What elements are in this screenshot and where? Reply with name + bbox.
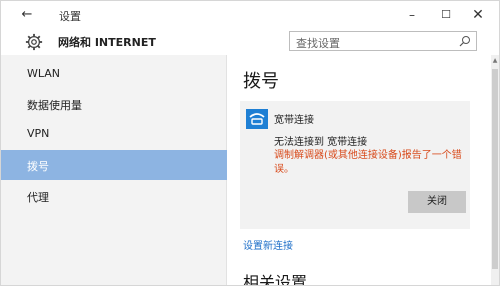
connection-status: 无法连接到 宽带连接: [274, 137, 368, 148]
settings-window: ← 设置 – ☐ ✕ 网络和 INTERNET 查找设置 WLAN 数据使用量 …: [0, 0, 500, 286]
main-content: 拨号 宽带连接 无法连接到 宽带连接 调制解调器(或其他连接设备)报告了一个错误…: [227, 55, 499, 286]
scrollbar[interactable]: ▲: [491, 55, 499, 285]
gear-icon: [25, 33, 43, 51]
title-bar: ← 设置 – ☐ ✕: [1, 1, 499, 29]
search-input[interactable]: 查找设置: [289, 31, 477, 51]
maximize-button[interactable]: ☐: [435, 5, 457, 25]
sidebar-item-label: 拨号: [27, 160, 49, 173]
sidebar-item-data-usage[interactable]: 数据使用量: [1, 89, 227, 119]
minimize-button[interactable]: –: [401, 5, 423, 25]
page-title: 拨号: [243, 71, 279, 92]
related-settings-heading: 相关设置: [243, 273, 308, 286]
search-icon[interactable]: [459, 35, 471, 47]
sidebar-item-proxy[interactable]: 代理: [1, 181, 227, 211]
connection-name: 宽带连接: [274, 115, 314, 126]
close-button[interactable]: 关闭: [408, 191, 466, 213]
window-title: 设置: [59, 10, 81, 23]
back-button[interactable]: ←: [19, 7, 35, 23]
sidebar-item-wlan[interactable]: WLAN: [1, 59, 227, 89]
section-header: 网络和 INTERNET 查找设置: [1, 29, 499, 55]
search-placeholder: 查找设置: [296, 37, 340, 50]
scroll-up-arrow-icon[interactable]: ▲: [491, 57, 499, 65]
sidebar-item-label: 数据使用量: [27, 99, 82, 112]
sidebar: WLAN 数据使用量 VPN 拨号 代理: [1, 55, 227, 285]
sidebar-item-label: WLAN: [27, 67, 61, 80]
connection-card[interactable]: 宽带连接 无法连接到 宽带连接 调制解调器(或其他连接设备)报告了一个错误。 关…: [240, 101, 470, 229]
close-window-button[interactable]: ✕: [467, 5, 489, 25]
sidebar-item-vpn[interactable]: VPN: [1, 119, 227, 149]
scroll-thumb[interactable]: [492, 69, 498, 269]
section-title: 网络和 INTERNET: [58, 36, 156, 49]
sidebar-item-dialup[interactable]: 拨号: [1, 150, 227, 180]
error-message: 调制解调器(或其他连接设备)报告了一个错误。: [274, 150, 462, 175]
phone-icon: [246, 109, 268, 129]
sidebar-item-label: 代理: [27, 191, 49, 204]
sidebar-item-label: VPN: [27, 127, 50, 140]
setup-new-connection-link[interactable]: 设置新连接: [243, 237, 293, 252]
